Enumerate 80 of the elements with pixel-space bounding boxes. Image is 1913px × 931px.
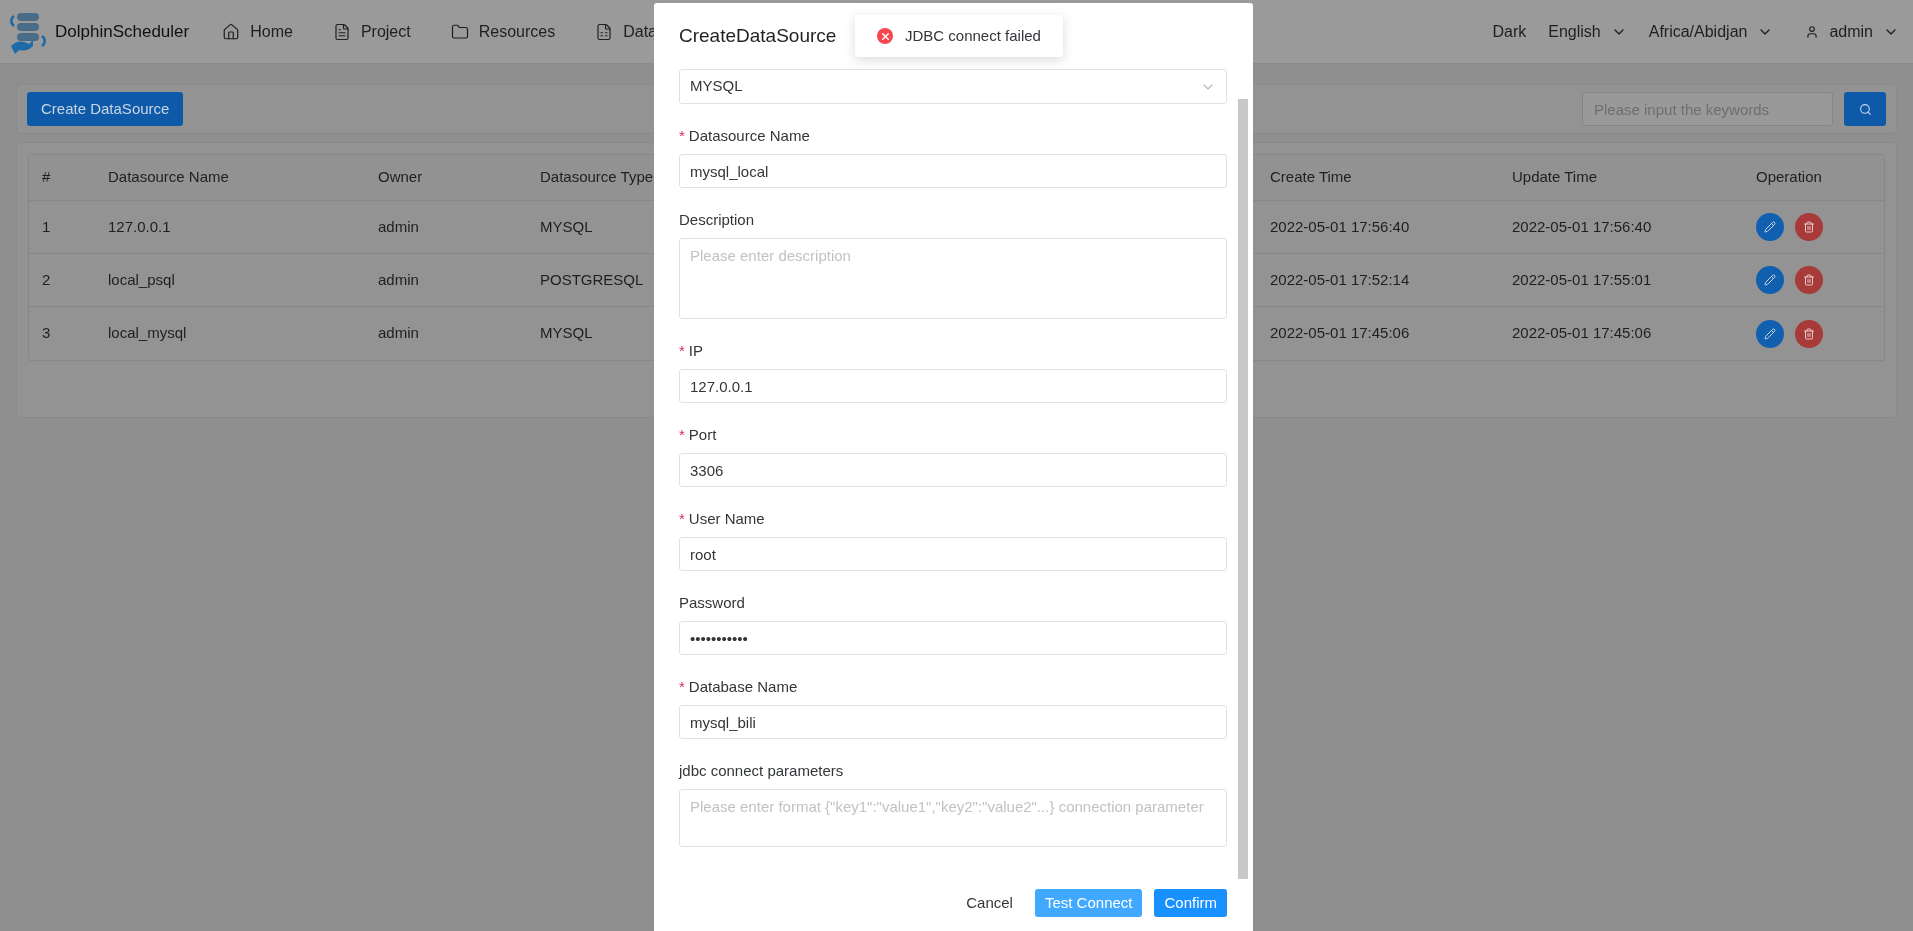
- pencil-icon: [1764, 221, 1776, 233]
- column-header: Create Time: [1270, 168, 1352, 186]
- home-icon: [222, 22, 241, 41]
- trash-icon: [1803, 274, 1815, 286]
- table-cell: MYSQL: [540, 324, 593, 342]
- column-header: #: [42, 168, 51, 186]
- pencil-icon: [1764, 274, 1776, 286]
- table-cell: local_mysql: [108, 324, 187, 342]
- text-area[interactable]: Please enter format {"key1":"value1","key2":"value2"...} connection parameter: [679, 789, 1227, 847]
- table-cell: POSTGRESQL: [540, 270, 644, 288]
- column-header: Owner: [378, 168, 423, 186]
- table-cell: 2022-05-01 17:45:06: [1512, 324, 1652, 342]
- field-label: Datasource Name: [688, 125, 810, 146]
- dialog-title: CreateDataSource: [679, 23, 837, 48]
- delete-button[interactable]: [1795, 266, 1823, 294]
- trash-icon: [1803, 327, 1815, 340]
- text-area[interactable]: Please enter description: [679, 238, 1227, 319]
- required-asterisk: *: [679, 676, 685, 697]
- required-asterisk: *: [679, 508, 685, 529]
- input-field[interactable]: root: [679, 537, 1227, 571]
- required-asterisk: *: [679, 340, 685, 361]
- table-cell: 2022-05-01 17:45:06: [1270, 324, 1410, 342]
- table-cell: 1: [42, 217, 51, 235]
- list-icon: [332, 22, 351, 41]
- column-header: Datasource Type: [540, 168, 654, 186]
- input-field[interactable]: 3306: [679, 453, 1227, 487]
- table-cell: MYSQL: [540, 217, 593, 235]
- table-cell: 2022-05-01 17:55:01: [1512, 270, 1652, 288]
- table-cell: 2: [42, 270, 51, 288]
- user-menu[interactable]: admin: [1805, 19, 1899, 44]
- edit-button[interactable]: [1756, 213, 1784, 241]
- input-field[interactable]: mysql_local: [679, 154, 1227, 188]
- language-dropdown[interactable]: English: [1548, 19, 1627, 44]
- column-header: Datasource Name: [108, 168, 229, 186]
- column-header: Operation: [1756, 168, 1822, 186]
- field-label: jdbc connect parameters: [679, 760, 844, 781]
- field-label: Database Name: [688, 676, 798, 697]
- create-datasource-button[interactable]: Create DataSource: [27, 92, 184, 126]
- field-label: Password: [679, 592, 745, 613]
- field-label: Description: [679, 209, 755, 230]
- theme-link[interactable]: Dark: [1492, 19, 1527, 44]
- datasource-type-select[interactable]: MYSQL: [679, 69, 1227, 104]
- table-cell: 2022-05-01 17:52:14: [1270, 270, 1410, 288]
- field-label: User Name: [688, 508, 765, 529]
- required-asterisk: *: [679, 424, 685, 445]
- pencil-icon: [1764, 327, 1776, 340]
- edit-button[interactable]: [1756, 266, 1784, 294]
- brand-name: DolphinScheduler: [55, 20, 190, 43]
- delete-button[interactable]: [1795, 319, 1823, 348]
- nav-link[interactable]: Home: [222, 19, 293, 44]
- search-button[interactable]: [1844, 92, 1886, 126]
- field-label: IP: [688, 340, 704, 361]
- table-cell: 127.0.0.1: [108, 217, 171, 235]
- required-asterisk: *: [679, 125, 685, 146]
- timezone-dropdown[interactable]: Africa/Abidjan: [1648, 19, 1774, 44]
- edit-button[interactable]: [1756, 319, 1784, 348]
- toast-text: JDBC connect failed: [905, 25, 1041, 46]
- folder-icon: [450, 22, 469, 41]
- table-cell: admin: [378, 270, 419, 288]
- confirm-button[interactable]: Confirm: [1154, 889, 1227, 917]
- user-icon: [1805, 24, 1820, 39]
- delete-button[interactable]: [1795, 213, 1823, 241]
- scrollbar[interactable]: [1238, 99, 1248, 879]
- table-cell: admin: [378, 217, 419, 235]
- input-field[interactable]: •••••••••••: [679, 621, 1227, 655]
- nav-link[interactable]: Resources: [450, 19, 556, 44]
- trash-icon: [1803, 221, 1815, 233]
- nav-link[interactable]: Project: [332, 19, 411, 44]
- column-header: Update Time: [1512, 168, 1598, 186]
- table-cell: 2022-05-01 17:56:40: [1270, 217, 1410, 235]
- document-icon: [595, 22, 614, 41]
- input-field[interactable]: mysql_bili: [679, 705, 1227, 739]
- table-cell: local_psql: [108, 270, 175, 288]
- input-field[interactable]: 127.0.0.1: [679, 369, 1227, 403]
- field-label: Port: [688, 424, 717, 445]
- error-icon: [877, 28, 893, 44]
- search-icon: [1858, 102, 1872, 116]
- table-cell: admin: [378, 324, 419, 342]
- table-cell: 3: [42, 324, 51, 342]
- table-cell: 2022-05-01 17:56:40: [1512, 217, 1652, 235]
